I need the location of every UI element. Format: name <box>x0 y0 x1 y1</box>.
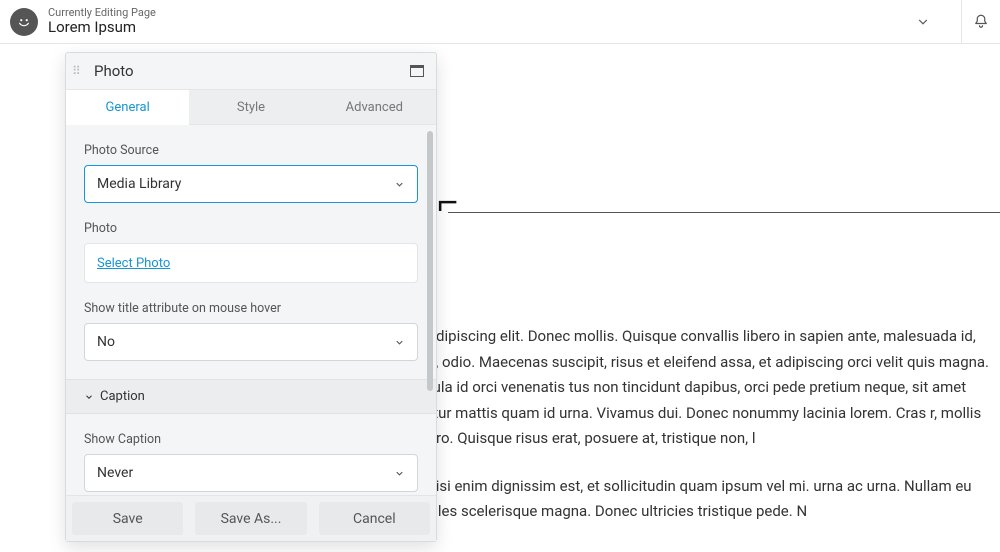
caption-section-title: Caption <box>100 389 145 404</box>
notifications-icon[interactable] <box>972 13 990 31</box>
show-caption-value: Never <box>97 465 133 481</box>
page-title: Lorem Ipsum <box>48 19 156 36</box>
save-button[interactable]: Save <box>72 502 183 535</box>
top-bar: Currently Editing Page Lorem Ipsum <box>0 0 1000 44</box>
panel-footer: Save Save As... Cancel <box>66 495 436 541</box>
maximize-icon[interactable] <box>410 65 424 77</box>
panel-title: Photo <box>94 62 134 80</box>
photo-box: Select Photo <box>84 243 418 283</box>
page-title-block[interactable]: Currently Editing Page Lorem Ipsum <box>48 7 156 36</box>
caption-section-toggle[interactable]: Caption <box>66 379 436 414</box>
settings-panel: ⠿ Photo General Style Advanced Photo Sou… <box>65 52 437 542</box>
show-title-value: No <box>97 334 115 350</box>
select-photo-link[interactable]: Select Photo <box>97 256 170 271</box>
content-heading-fragment: ⌐ <box>437 184 458 220</box>
scrollbar-thumb[interactable] <box>427 131 433 391</box>
show-caption-label: Show Caption <box>84 432 418 447</box>
cancel-button[interactable]: Cancel <box>319 502 430 535</box>
panel-body: Photo Source Media Library Photo Select … <box>66 125 436 495</box>
photo-source-value: Media Library <box>97 176 181 192</box>
app-logo <box>10 8 38 36</box>
chevron-down-icon <box>394 337 405 348</box>
photo-label: Photo <box>84 221 418 236</box>
chevron-down-icon <box>394 179 405 190</box>
drag-handle-icon[interactable]: ⠿ <box>72 69 90 73</box>
panel-tabs: General Style Advanced <box>66 89 436 125</box>
chevron-down-icon <box>394 468 405 479</box>
show-caption-select[interactable]: Never <box>84 454 418 492</box>
tab-style[interactable]: Style <box>189 90 312 125</box>
chevron-down-icon <box>84 392 94 402</box>
page-dropdown-toggle[interactable] <box>915 14 931 30</box>
panel-header[interactable]: ⠿ Photo <box>66 53 436 89</box>
content-divider <box>448 212 1000 213</box>
show-title-select[interactable]: No <box>84 323 418 361</box>
save-as-button[interactable]: Save As... <box>195 502 306 535</box>
divider <box>961 0 962 44</box>
tab-advanced[interactable]: Advanced <box>313 90 436 125</box>
photo-source-label: Photo Source <box>84 143 418 158</box>
tab-general[interactable]: General <box>66 90 189 125</box>
photo-source-select[interactable]: Media Library <box>84 165 418 203</box>
show-title-label: Show title attribute on mouse hover <box>84 301 418 316</box>
